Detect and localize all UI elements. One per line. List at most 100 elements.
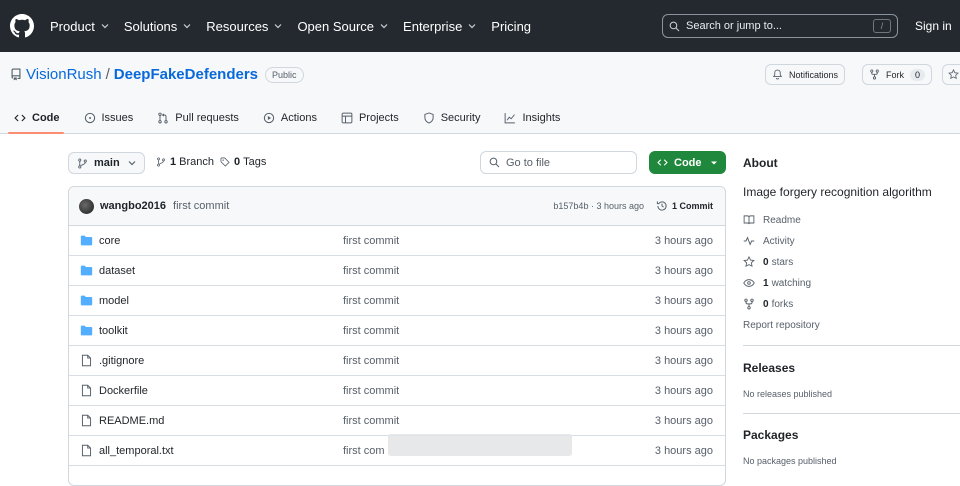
go-to-file-input[interactable]: Go to file <box>480 151 637 174</box>
tab-label: Pull requests <box>175 112 239 124</box>
nav-product[interactable]: Product <box>50 19 109 34</box>
fork-button[interactable]: Fork 0 <box>862 64 933 85</box>
nav-label: Resources <box>206 18 269 34</box>
file-commit-message[interactable]: first commit <box>343 265 399 277</box>
commit-author-link[interactable]: wangbo2016 <box>100 200 166 212</box>
packages-heading[interactable]: Packages <box>743 428 798 442</box>
file-name-link[interactable]: .gitignore <box>99 355 144 367</box>
tab-label: Code <box>32 112 60 124</box>
tab-pull-requests[interactable]: Pull requests <box>143 104 249 132</box>
chevron-down-icon <box>380 24 388 29</box>
star-button[interactable] <box>942 64 960 85</box>
code-icon <box>14 114 26 122</box>
watching-link[interactable]: 1 watching <box>743 277 811 289</box>
github-logo-icon[interactable] <box>10 14 34 38</box>
nav-label: Enterprise <box>403 18 463 34</box>
nav-label: Solutions <box>123 18 178 34</box>
tab-label: Insights <box>522 112 561 124</box>
nav-open-source[interactable]: Open Source <box>297 19 388 34</box>
tag-icon <box>220 157 230 167</box>
readme-label: Readme <box>763 214 801 226</box>
global-nav: Product Solutions Resources Open Source … <box>50 0 546 52</box>
branch-select-button[interactable]: main <box>68 152 145 174</box>
repo-title: VisionRush / DeepFakeDefenders Public <box>10 66 304 83</box>
activity-label: Activity <box>763 235 795 247</box>
tab-issues[interactable]: Issues <box>70 104 144 132</box>
code-dropdown-button[interactable]: Code <box>649 151 726 174</box>
branches-link[interactable]: 1 Branch <box>156 156 214 168</box>
file-commit-message[interactable]: first commit <box>343 325 399 337</box>
table-row[interactable]: Dockerfile first commit 3 hours ago <box>69 376 725 406</box>
nav-resources[interactable]: Resources <box>206 19 282 34</box>
notifications-button[interactable]: Notifications <box>765 64 846 85</box>
commit-hash-time[interactable]: b157b4b · 3 hours ago <box>553 201 644 211</box>
stars-link[interactable]: 0 stars <box>743 256 793 268</box>
table-row[interactable]: toolkit first commit 3 hours ago <box>69 316 725 346</box>
fork-icon <box>744 298 754 310</box>
file-name-link[interactable]: all_temporal.txt <box>99 445 174 457</box>
file-name-link[interactable]: toolkit <box>99 325 128 337</box>
file-commit-message[interactable]: first commit <box>343 235 399 247</box>
packages-empty-text: No packages published <box>743 456 837 466</box>
file-commit-message[interactable]: first commit <box>343 385 399 397</box>
file-commit-time: 3 hours ago <box>654 355 713 367</box>
tab-insights[interactable]: Insights <box>490 104 570 132</box>
divider <box>743 345 960 346</box>
readme-link[interactable]: Readme <box>743 214 801 226</box>
file-icon <box>81 414 92 427</box>
search-icon <box>669 21 680 31</box>
repo-owner-link[interactable]: VisionRush <box>26 66 102 83</box>
nav-label: Pricing <box>491 18 532 34</box>
tab-actions[interactable]: Actions <box>249 104 327 132</box>
repo-name-link[interactable]: DeepFakeDefenders <box>114 66 258 83</box>
table-row[interactable]: README.md first commit 3 hours ago <box>69 406 725 436</box>
file-commit-time: 3 hours ago <box>654 385 713 397</box>
file-name-link[interactable]: dataset <box>99 265 135 277</box>
history-icon <box>656 201 667 211</box>
nav-enterprise[interactable]: Enterprise <box>403 19 476 34</box>
file-commit-message[interactable]: first commit <box>343 355 399 367</box>
divider <box>743 413 960 414</box>
tags-link[interactable]: 0 Tags <box>220 156 266 168</box>
nav-pricing[interactable]: Pricing <box>491 19 531 34</box>
commit-history-link[interactable]: 1 Commit <box>656 200 713 212</box>
file-commit-time: 3 hours ago <box>654 265 713 277</box>
repo-tabs: Code Issues Pull requests Actions Projec… <box>0 104 570 134</box>
commit-count-label: 1 Commit <box>671 201 713 211</box>
fork-icon <box>870 69 879 80</box>
file-icon <box>81 384 92 397</box>
file-commit-message[interactable]: first com <box>343 445 385 457</box>
fork-label: Fork <box>886 69 904 80</box>
avatar[interactable] <box>79 198 94 214</box>
file-name-link[interactable]: model <box>99 295 129 307</box>
file-name-link[interactable]: core <box>99 235 120 247</box>
sign-in-link[interactable]: Sign in <box>915 19 952 33</box>
report-repository-link[interactable]: Report repository <box>743 320 820 331</box>
file-commit-message[interactable]: first commit <box>343 295 399 307</box>
file-name-link[interactable]: README.md <box>99 415 164 427</box>
tab-projects[interactable]: Projects <box>327 104 409 132</box>
file-name-link[interactable]: Dockerfile <box>99 385 148 397</box>
watching-count: 1 <box>763 277 769 289</box>
table-row[interactable]: .gitignore first commit 3 hours ago <box>69 346 725 376</box>
tab-code[interactable]: Code <box>0 104 70 134</box>
commit-message-link[interactable]: first commit <box>173 200 229 212</box>
activity-link[interactable]: Activity <box>743 235 795 247</box>
table-row[interactable]: core first commit 3 hours ago <box>69 226 725 256</box>
forks-link[interactable]: 0 forks <box>743 298 793 310</box>
chevron-down-icon <box>128 161 136 166</box>
tab-security[interactable]: Security <box>409 104 491 132</box>
folder-icon <box>80 235 93 246</box>
latest-commit-bar: wangbo2016 first commit b157b4b · 3 hour… <box>69 187 725 226</box>
global-search-input[interactable]: Search or jump to... / <box>662 14 898 38</box>
nav-solutions[interactable]: Solutions <box>124 19 191 34</box>
file-commit-message[interactable]: first commit <box>343 415 399 427</box>
star-icon <box>743 256 755 268</box>
table-row[interactable]: model first commit 3 hours ago <box>69 286 725 316</box>
table-row[interactable]: dataset first commit 3 hours ago <box>69 256 725 286</box>
star-icon <box>948 69 959 80</box>
releases-heading[interactable]: Releases <box>743 361 795 375</box>
folder-icon <box>80 265 93 276</box>
tab-label: Security <box>440 112 481 124</box>
file-commit-time: 3 hours ago <box>654 415 713 427</box>
